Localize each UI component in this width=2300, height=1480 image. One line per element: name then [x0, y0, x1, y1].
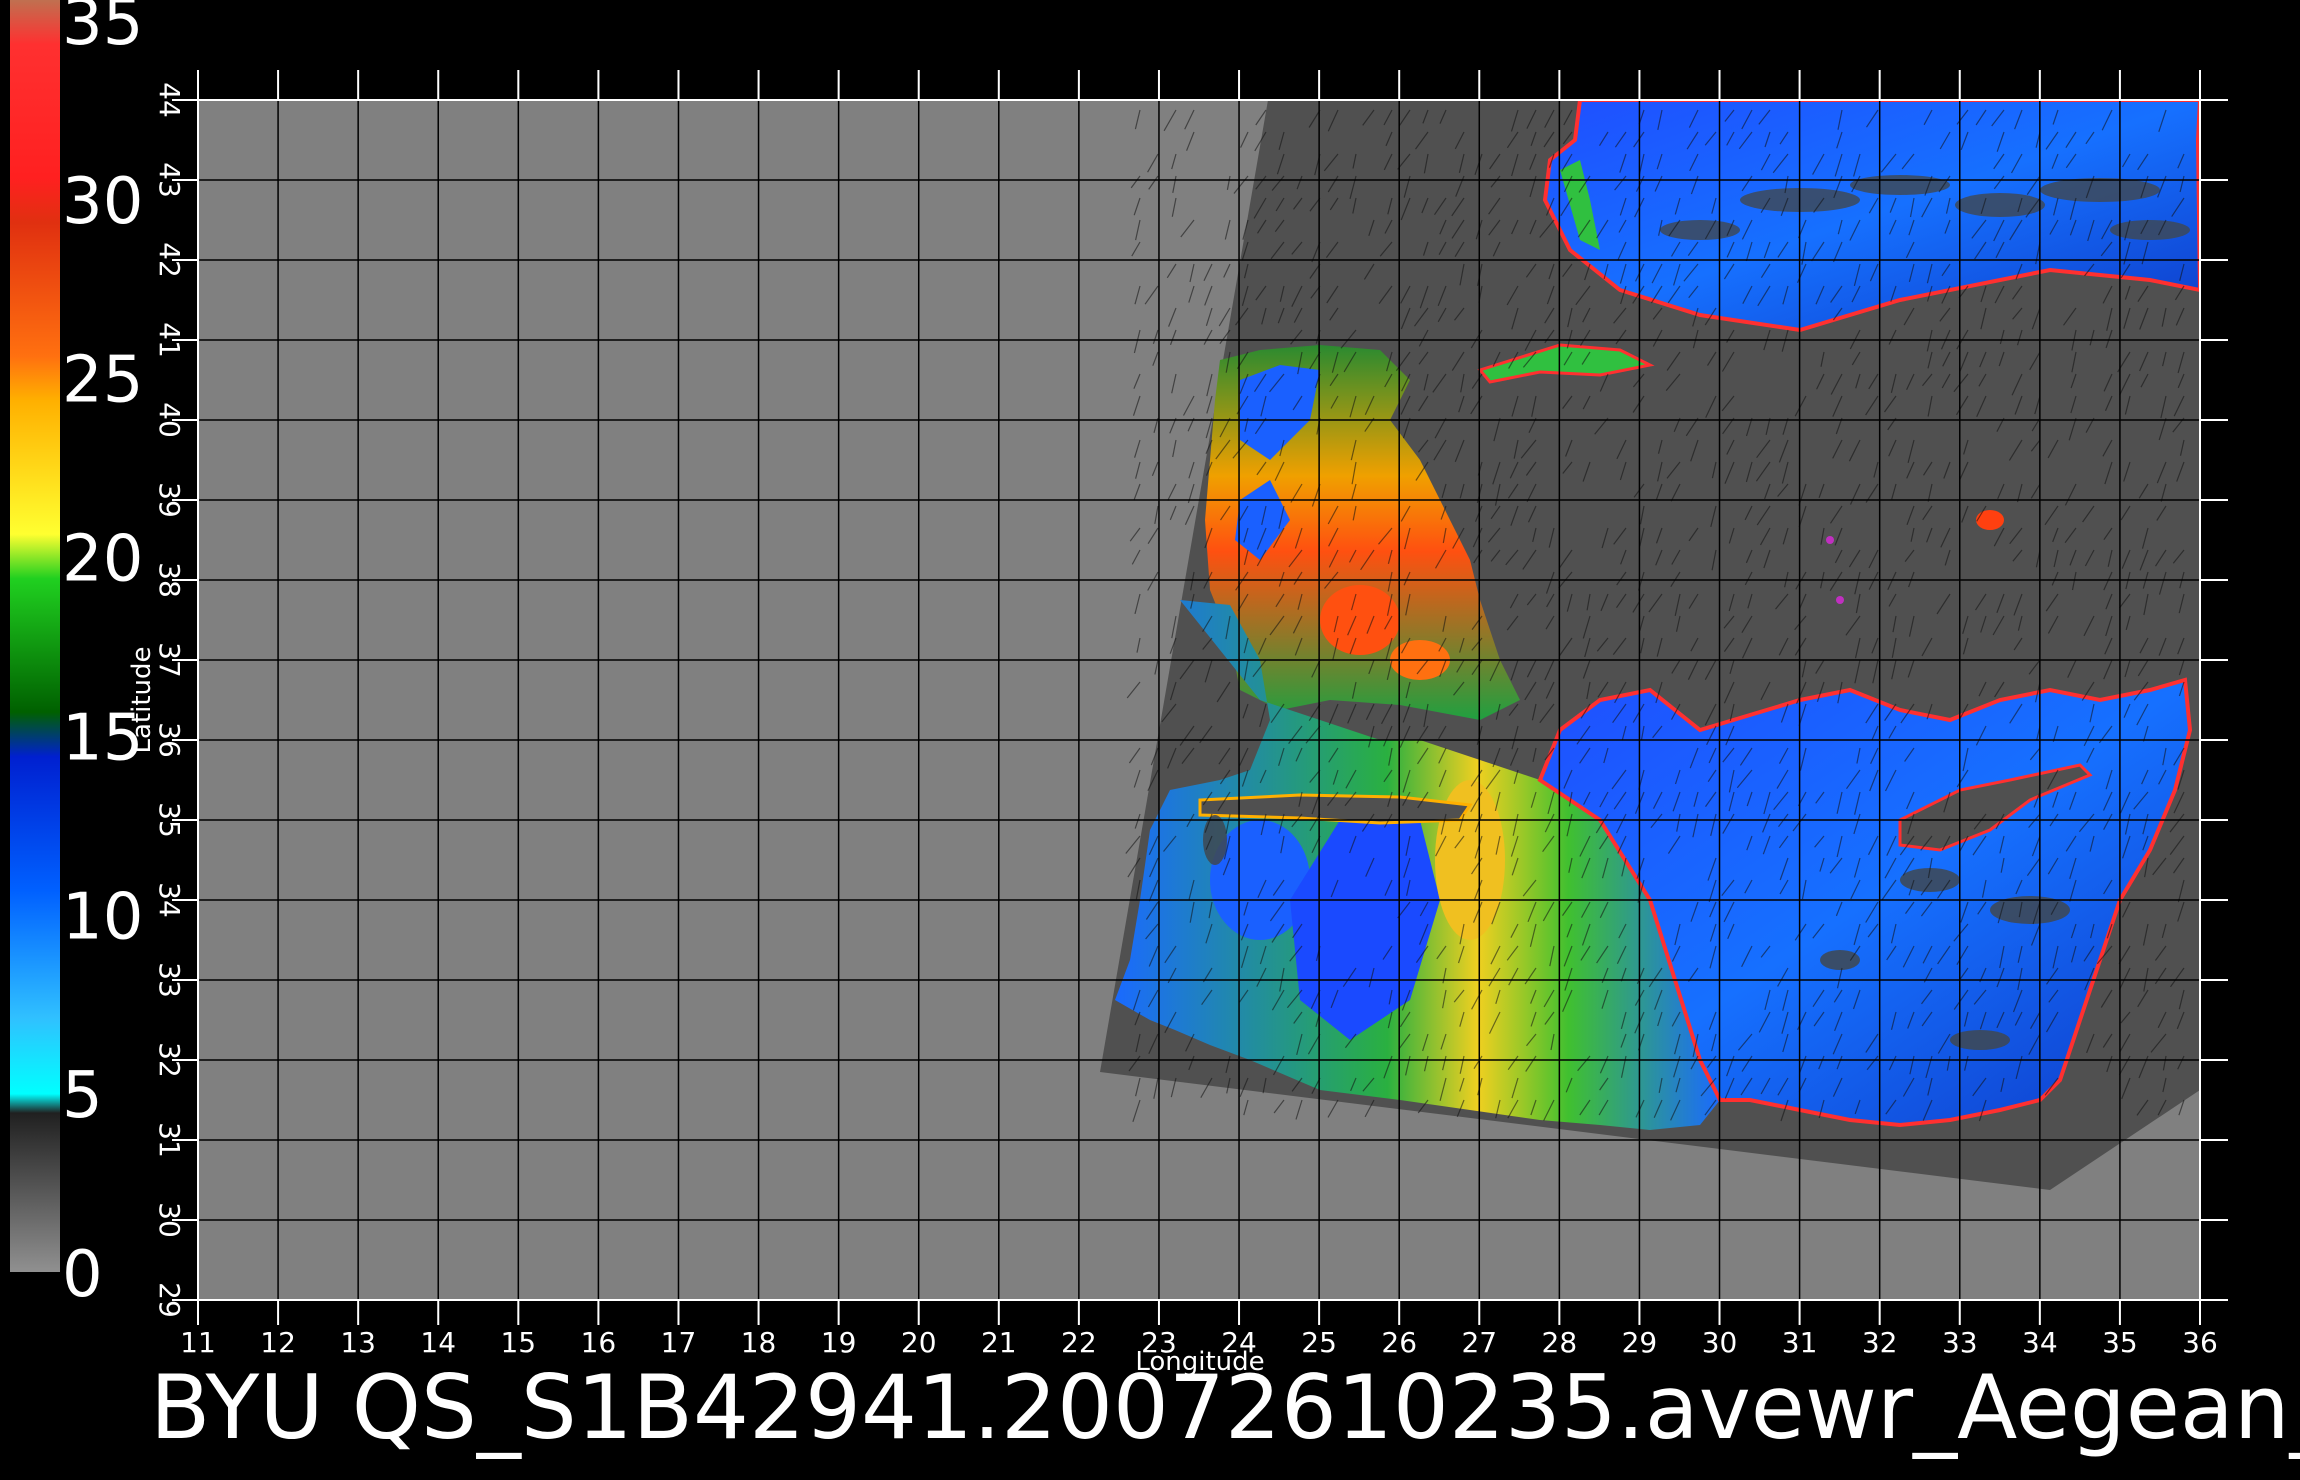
lon-tick-label: 17: [661, 1326, 697, 1359]
colorbar-label: 0: [62, 1238, 103, 1312]
lat-tick-label: 44: [153, 82, 186, 118]
lat-tick-label: 35: [153, 802, 186, 838]
lon-tick-label: 25: [1301, 1326, 1337, 1359]
lon-tick-label: 15: [500, 1326, 536, 1359]
lat-tick-label: 30: [153, 1202, 186, 1238]
lat-tick-label: 34: [153, 882, 186, 918]
lon-tick-label: 22: [1061, 1326, 1097, 1359]
colorbar-label: 25: [62, 344, 143, 418]
lon-tick-label: 14: [420, 1326, 456, 1359]
colorbar-label: 5: [62, 1059, 103, 1133]
lat-tick-label: 36: [153, 722, 186, 758]
lon-tick-label: 16: [581, 1326, 617, 1359]
inland-spot: [1976, 510, 2004, 530]
lon-tick-label: 36: [2182, 1326, 2218, 1359]
caption: BYU QS_S1B42941.20072610235.avewr_Aegean…: [150, 1356, 2300, 1459]
lon-tick-label: 33: [1942, 1326, 1978, 1359]
satellite-swath: [1100, 100, 2200, 1190]
lat-tick-label: 42: [153, 242, 186, 278]
colorbar: 35302520151050: [10, 0, 143, 1312]
lat-tick-label: 38: [153, 562, 186, 598]
lon-tick-label: 30: [1702, 1326, 1738, 1359]
lat-tick-label: 41: [153, 322, 186, 358]
lat-tick-label: 29: [153, 1282, 186, 1318]
lat-tick-label: 43: [153, 162, 186, 198]
y-axis-title: Latitude: [127, 646, 157, 753]
lat-tick-label: 31: [153, 1122, 186, 1158]
lon-tick-label: 20: [901, 1326, 937, 1359]
lon-tick-label: 26: [1381, 1326, 1417, 1359]
lon-tick-label: 13: [340, 1326, 376, 1359]
lon-tick-label: 12: [260, 1326, 296, 1359]
colorbar-gradient: [10, 0, 60, 1272]
lon-tick-label: 28: [1542, 1326, 1578, 1359]
lat-tick-label: 33: [153, 962, 186, 998]
colorbar-label: 20: [62, 523, 143, 597]
colorbar-label: 35: [62, 0, 143, 60]
lon-tick-label: 35: [2102, 1326, 2138, 1359]
lon-tick-label: 18: [741, 1326, 777, 1359]
wind-map-figure: 35 30 25 20 15 10 5 0 11 12 13 14 15 16 17 18 1…: [10, 0, 2300, 1459]
lon-tick-label: 31: [1782, 1326, 1818, 1359]
lat-tick-label: 40: [153, 402, 186, 438]
lon-tick-label: 32: [1862, 1326, 1898, 1359]
lat-tick-label: 32: [153, 1042, 186, 1078]
lat-tick-label: 37: [153, 642, 186, 678]
lon-tick-label: 11: [180, 1326, 216, 1359]
lon-tick-label: 34: [2022, 1326, 2058, 1359]
colorbar-label: 10: [62, 880, 143, 954]
colorbar-label: 30: [62, 165, 143, 239]
map-plot-area: [197, 99, 2201, 1301]
lon-tick-label: 29: [1622, 1326, 1658, 1359]
lon-tick-label: 19: [821, 1326, 857, 1359]
lon-tick-label: 21: [981, 1326, 1017, 1359]
lat-tick-label: 39: [153, 482, 186, 518]
lon-tick-label: 27: [1461, 1326, 1497, 1359]
